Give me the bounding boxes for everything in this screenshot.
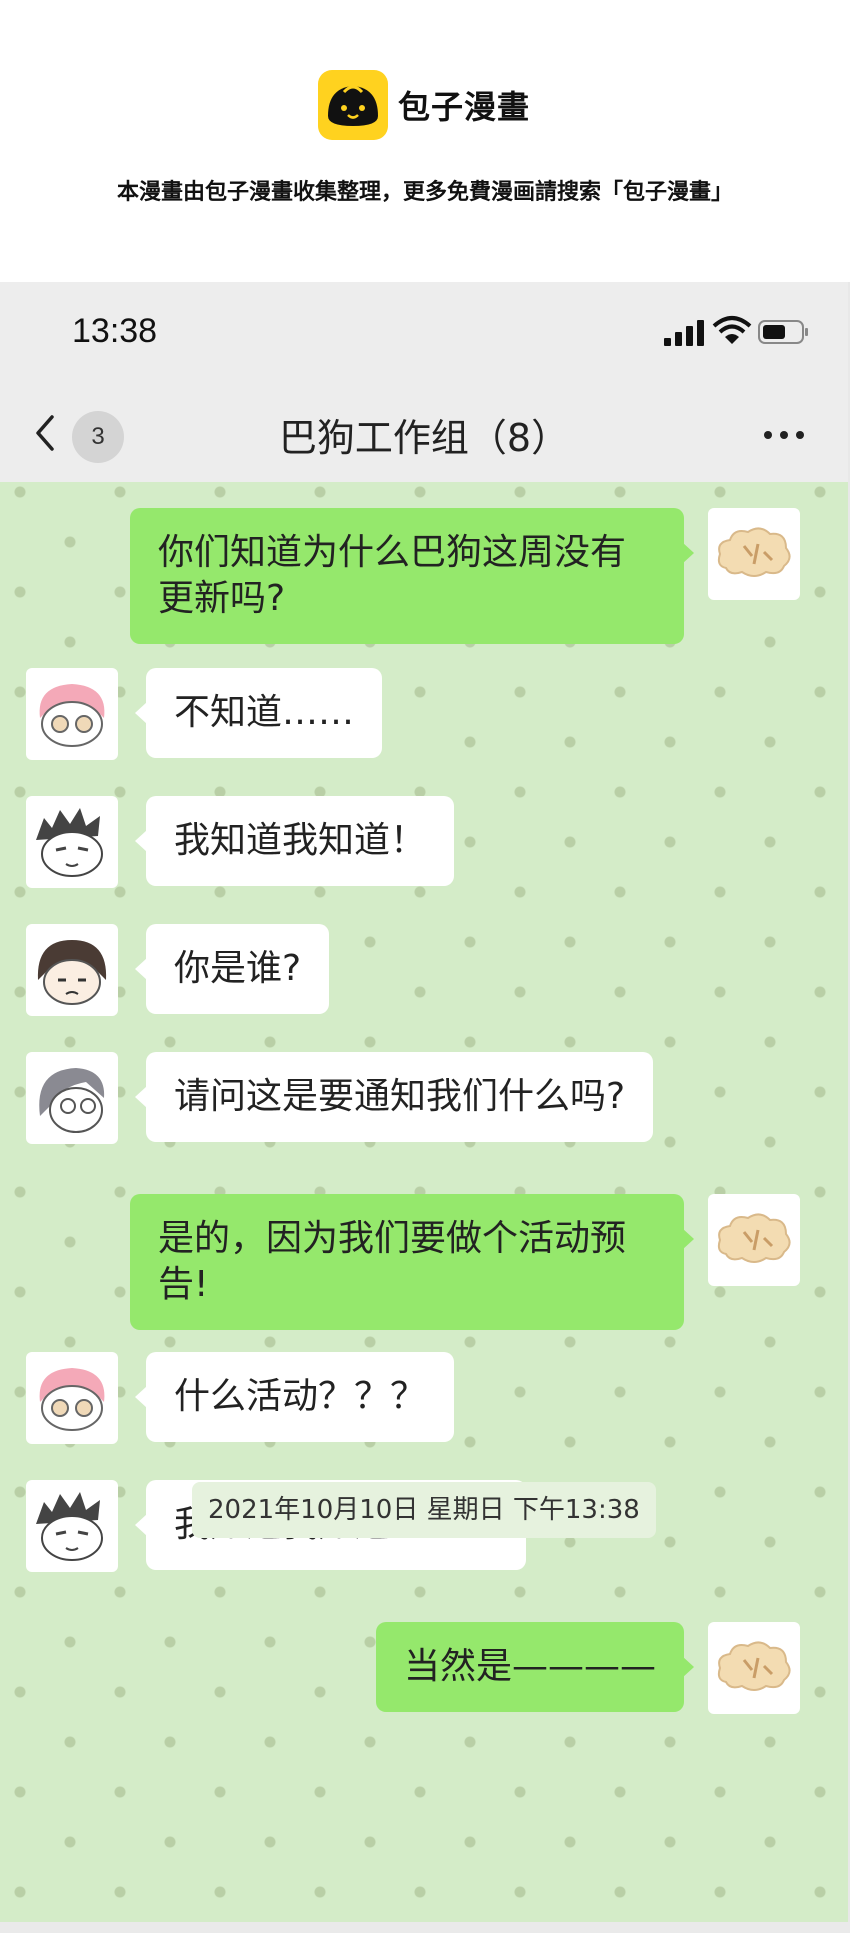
outgoing-message[interactable]: 当然是————	[376, 1622, 685, 1712]
message-text: 我知道我知道！	[174, 820, 427, 861]
message-text: 当然是————	[404, 1646, 657, 1687]
spiky-hair-avatar-icon	[36, 808, 103, 877]
more-options-icon[interactable]	[760, 423, 808, 447]
self-avatar[interactable]	[708, 1622, 800, 1714]
member-avatar[interactable]	[26, 668, 118, 760]
watermark-header: 包子漫畫 本漫畫由包子漫畫收集整理，更多免費漫画請搜索「包子漫畫」	[0, 0, 850, 282]
message-text: 什么活动？？？	[174, 1376, 427, 1417]
self-avatar[interactable]	[708, 1194, 800, 1286]
member-avatar[interactable]	[26, 1480, 118, 1572]
status-bar: 13:38	[0, 282, 848, 387]
nav-bar: 3 巴狗工作组（8）	[0, 387, 848, 483]
outgoing-message[interactable]: 你们知道为什么巴狗这周没有更新吗?	[130, 508, 684, 644]
cloud-avatar-icon	[717, 1641, 791, 1691]
timestamp-label: 2021年10月10日 星期日 下午13:38	[192, 1482, 656, 1538]
message-list[interactable]: 你们知道为什么巴狗这周没有更新吗? 不知道…… 我知道我知道！ 你是谁? 请问这…	[0, 482, 848, 1922]
chat-title: 巴狗工作组（8）	[278, 416, 570, 460]
cloud-avatar-icon	[717, 527, 791, 577]
message-text: 你们知道为什么巴狗这周没有更新吗?	[158, 532, 627, 619]
wifi-icon	[712, 316, 752, 344]
incoming-message[interactable]: 我知道我知道！	[146, 796, 455, 886]
message-text: 不知道……	[174, 692, 355, 733]
watermark-brand: 包子漫畫	[398, 88, 531, 126]
bubble-tail	[682, 1228, 694, 1250]
incoming-message[interactable]: 不知道……	[146, 668, 383, 758]
cloud-avatar-icon	[717, 1213, 791, 1263]
incoming-message[interactable]: 请问这是要通知我们什么吗?	[146, 1052, 654, 1142]
incoming-message[interactable]: 什么活动？？？	[146, 1352, 455, 1442]
bubble-tail	[682, 542, 694, 564]
self-avatar[interactable]	[708, 508, 800, 600]
spiky-hair-avatar-icon	[36, 1492, 103, 1561]
bubble-tail	[682, 1656, 694, 1678]
watermark-notice: 本漫畫由包子漫畫收集整理，更多免費漫画請搜索「包子漫畫」	[116, 180, 733, 205]
status-time: 13:38	[72, 312, 158, 350]
signal-icon	[664, 320, 704, 346]
chat-screen: 13:38 3 巴狗工作组（8） 你们知道为什么巴狗这周没有更新吗? 不知道………	[0, 282, 848, 1922]
incoming-message[interactable]: 你是谁?	[146, 924, 330, 1014]
message-text: 是的，因为我们要做个活动预告!	[158, 1218, 627, 1305]
pink-hair-glasses-avatar-icon	[39, 1368, 105, 1431]
member-avatar[interactable]	[26, 1352, 118, 1444]
member-avatar[interactable]	[26, 1052, 118, 1144]
member-avatar[interactable]	[26, 924, 118, 1016]
bob-hair-avatar-icon	[37, 940, 107, 1005]
baozi-logo-icon	[318, 70, 388, 140]
battery-icon	[758, 320, 808, 344]
outgoing-message[interactable]: 是的，因为我们要做个活动预告!	[130, 1194, 684, 1330]
message-text: 请问这是要通知我们什么吗?	[174, 1076, 626, 1117]
bottom-strip	[0, 1922, 850, 1933]
gray-hair-glasses-avatar-icon	[39, 1068, 105, 1133]
member-avatar[interactable]	[26, 796, 118, 888]
pink-hair-glasses-avatar-icon	[39, 684, 105, 747]
message-text: 你是谁?	[174, 948, 302, 989]
